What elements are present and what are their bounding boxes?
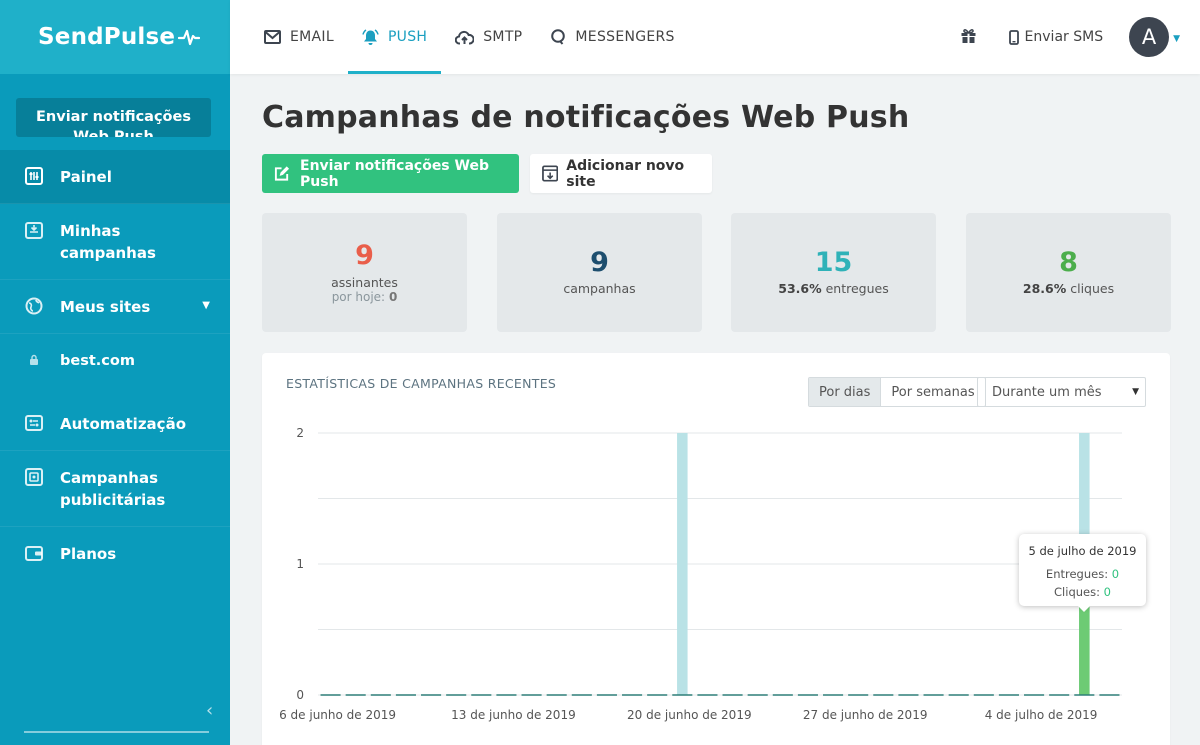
stat-value: 9 <box>355 240 374 271</box>
stat-percent: 28.6% <box>1022 281 1067 296</box>
sidebar: SendPulse Enviar notificações Web Push P… <box>0 0 230 745</box>
tooltip-delivered-value: 0 <box>1111 567 1120 581</box>
chevron-down-icon[interactable]: ▼ <box>202 300 210 311</box>
top-right-actions: Enviar SMS A ▼ <box>960 0 1200 74</box>
x-tick-label: 6 de junho de 2019 <box>279 708 396 722</box>
sidebar-item-label: Minhas campanhas <box>60 222 156 262</box>
stat-card-delivered: 15 53.6% entregues <box>731 213 936 332</box>
tab-smtp[interactable]: SMTP <box>441 0 536 74</box>
stat-label: assinantes <box>331 275 398 290</box>
product-tabs: EMAIL PUSH SMTP MESSENGERS <box>250 0 689 74</box>
sidebar-item-label: Planos <box>60 545 117 563</box>
tab-push[interactable]: PUSH <box>347 0 442 74</box>
tab-label: EMAIL <box>290 29 334 45</box>
sidebar-item-label: Painel <box>60 168 112 186</box>
sidebar-scrollbar[interactable] <box>24 731 209 733</box>
stat-value: 8 <box>1059 247 1078 278</box>
sidebar-item-label: Meus sites <box>60 298 151 316</box>
avatar[interactable]: A <box>1129 17 1170 57</box>
automation-icon <box>24 413 44 433</box>
x-tick-label: 13 de junho de 2019 <box>451 708 576 722</box>
tooltip-delivered-label: Entregues: <box>1045 567 1109 581</box>
dashboard-icon <box>24 166 44 186</box>
page-title: Campanhas de notificações Web Push <box>262 100 910 135</box>
tab-email[interactable]: EMAIL <box>250 0 348 74</box>
lock-icon <box>28 350 40 370</box>
sidebar-item-automatizacao[interactable]: Automatização <box>0 397 230 451</box>
today-label: por hoje: <box>331 290 386 304</box>
gift-icon[interactable] <box>960 27 977 48</box>
stat-card-campaigns: 9 campanhas <box>497 213 702 332</box>
x-tick-label: 4 de julho de 2019 <box>985 708 1098 722</box>
sidebar-item-label: Campanhas publicitárias <box>60 469 166 509</box>
stat-percent: 53.6% <box>778 281 822 296</box>
tooltip-clicks-label: Cliques: <box>1054 585 1100 599</box>
stat-label-text: cliques <box>1070 281 1115 296</box>
send-sms-label: Enviar SMS <box>1024 29 1104 45</box>
sidebar-item-label: Automatização <box>60 415 186 433</box>
sidebar-send-push-button[interactable]: Enviar notificações Web Push <box>16 98 211 137</box>
globe-icon <box>24 296 44 316</box>
logo-area: SendPulse <box>0 0 230 74</box>
add-new-site-button[interactable]: Adicionar novo site <box>530 154 712 193</box>
stat-subtext: por hoje: 0 <box>262 290 467 304</box>
send-web-push-label: Enviar notificações Web Push <box>300 157 489 190</box>
bell-icon <box>362 28 379 45</box>
sidebar-item-best-com[interactable]: best.com <box>0 334 230 387</box>
y-tick-label: 2 <box>296 426 304 440</box>
chart-bar <box>1079 603 1090 695</box>
pulse-icon <box>178 29 201 46</box>
campaigns-icon <box>24 220 44 240</box>
edit-icon <box>274 166 290 181</box>
tooltip-delivered: Entregues: 0 <box>1019 565 1146 583</box>
chevron-down-icon[interactable]: ▼ <box>1173 34 1180 44</box>
logo-text: SendPulse <box>38 24 176 50</box>
tooltip-date: 5 de julho de 2019 <box>1028 544 1137 558</box>
today-value: 0 <box>388 290 398 304</box>
sidebar-nav: Painel Minhas campanhas Meus sites ▼ bes… <box>0 150 230 580</box>
send-sms-link[interactable]: Enviar SMS <box>1008 29 1104 45</box>
tab-messengers[interactable]: MESSENGERS <box>536 0 688 74</box>
sidebar-item-minhas-campanhas[interactable]: Minhas campanhas <box>0 204 230 280</box>
chat-icon <box>551 29 566 45</box>
mail-icon <box>264 30 281 44</box>
sidebar-item-meus-sites[interactable]: Meus sites ▼ <box>0 280 230 334</box>
tooltip-clicks: Cliques: 0 <box>1019 583 1146 601</box>
x-tick-label: 27 de junho de 2019 <box>803 708 928 722</box>
chart-bar <box>677 433 688 695</box>
sidebar-item-painel[interactable]: Painel <box>0 150 230 204</box>
tooltip-clicks-value: 0 <box>1103 585 1111 599</box>
stat-card-subscribers: 9 assinantes por hoje: 0 <box>262 213 467 332</box>
campaign-stats-card: ESTATÍSTICAS DE CAMPANHAS RECENTES Por d… <box>262 353 1170 745</box>
add-site-icon <box>542 165 559 182</box>
cloud-upload-icon <box>455 30 475 44</box>
tab-label: PUSH <box>387 29 428 45</box>
stat-label: 53.6% entregues <box>731 281 936 296</box>
sidebar-item-planos[interactable]: Planos <box>0 527 230 580</box>
tab-label: MESSENGERS <box>575 29 675 45</box>
x-tick-label: 20 de junho de 2019 <box>627 708 752 722</box>
stat-card-clicks: 8 28.6% cliques <box>966 213 1171 332</box>
sendpulse-logo[interactable]: SendPulse <box>38 24 201 50</box>
stat-value: 15 <box>814 247 853 278</box>
stat-label-text: entregues <box>825 281 889 296</box>
y-tick-label: 0 <box>296 688 304 702</box>
sidebar-item-label: best.com <box>60 353 135 369</box>
tab-label: SMTP <box>483 29 523 45</box>
phone-icon <box>1008 29 1019 45</box>
y-tick-label: 1 <box>296 557 304 571</box>
collapse-sidebar-icon[interactable]: ‹ <box>206 700 213 721</box>
ads-icon <box>24 467 44 487</box>
wallet-icon <box>24 543 44 563</box>
stat-value: 9 <box>590 247 609 278</box>
sidebar-item-campanhas-publicitarias[interactable]: Campanhas publicitárias <box>0 451 230 527</box>
chart-tooltip: 5 de julho de 2019 Entregues: 0 Cliques:… <box>1019 534 1146 612</box>
stat-label: campanhas <box>563 281 636 296</box>
send-web-push-button[interactable]: Enviar notificações Web Push <box>262 154 519 193</box>
top-bar: EMAIL PUSH SMTP MESSENGERS Enviar SMS A … <box>230 0 1200 74</box>
stat-label: 28.6% cliques <box>966 281 1171 296</box>
add-new-site-label: Adicionar novo site <box>566 157 685 190</box>
